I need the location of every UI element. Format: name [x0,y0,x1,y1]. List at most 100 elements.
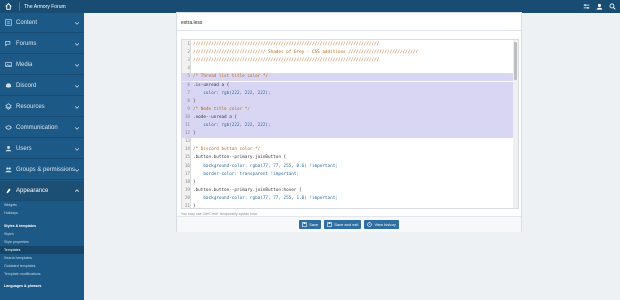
chevron-down-icon[interactable] [74,167,80,173]
sidebar-subitem-outdated-templates[interactable]: Outdated templates [0,262,84,270]
sliders-icon[interactable] [582,2,590,10]
sidebar-item-label: Appearance [16,187,49,194]
scrollbar-thumb[interactable] [514,42,517,80]
code-line: 6 .is-unread a { [182,81,514,90]
history-icon [367,222,373,227]
line-number: 16 [184,163,190,169]
line-text: ////////////////////////////////////////… [193,58,380,64]
sidebar-item-content[interactable]: Content [0,13,84,33]
line-text: } [193,179,196,185]
sidebar-subitem-widgets[interactable]: Widgets [0,201,84,209]
save-button-label: Save [309,222,319,227]
sidebar-subitem-style-properties[interactable]: Style properties [0,238,84,246]
line-number: 11 [184,123,190,128]
chevron-up-icon[interactable] [74,188,80,194]
forums-icon [4,40,12,48]
sidebar-item-label: Forums [16,40,37,47]
sidebar-subitem-search-templates[interactable]: Search templates [0,254,84,262]
code-line: 2//////////////////////////// Shades of … [182,49,514,57]
line-number: 20 [184,195,190,201]
line-text: background-color: rgba(77, 77, 255, 1.0)… [193,195,338,201]
line-number: 2 [187,50,190,56]
sidebar-subitem-templates[interactable]: Templates [0,246,84,254]
groups-icon [4,166,12,174]
sidebar-item-communication[interactable]: Communication [0,118,84,138]
line-number: 8 [187,98,190,104]
chevron-down-icon[interactable] [74,83,80,89]
sidebar-item-appearance[interactable]: Appearance [0,181,84,201]
discord-icon [4,82,12,90]
sidebar-item-media[interactable]: Media [0,55,84,75]
code-line: 15 .button.button--primary.joinButton { [182,154,514,162]
line-text: } [193,204,196,209]
sidebar-section-styles-templates: Styles & templates [4,224,36,228]
line-text: /* Node title color */ [193,106,250,112]
divider [19,2,20,11]
line-number: 13 [184,139,190,145]
line-number: 1 [187,42,190,47]
view-history-label: View history [374,222,396,227]
save-and-exit-label: Save and exit [334,222,359,227]
users-icon [4,145,12,153]
line-text: color: rgb(222, 222, 222); [193,90,271,96]
line-number: 6 [187,82,190,88]
code-line: 8} [182,97,514,106]
line-number: 17 [184,171,190,177]
code-line: 10 .node--unread a { [182,113,514,122]
code-line: 5/* Thread list title color */ [182,73,514,82]
sidebar-item-users[interactable]: Users [0,139,84,159]
save-button[interactable]: Save [299,220,322,229]
forum-title[interactable]: The Armory Forum [24,4,66,10]
line-text: color: rgb(222, 222, 222); [193,123,271,128]
line-text: ////////////////////////////////////////… [193,42,380,47]
home-icon[interactable] [4,2,13,11]
template-title: extra.less [177,13,521,31]
sidebar-item-label: Communication [16,124,58,131]
code-line: 11 color: rgb(222, 222, 222); [182,122,514,131]
user-icon[interactable] [595,2,603,10]
line-text: .is-unread a { [193,82,230,88]
chevron-down-icon[interactable] [74,104,80,110]
code-line: 4 [182,65,514,73]
chevron-down-icon[interactable] [74,125,80,131]
line-number: 19 [184,187,190,193]
code-line: 13 [182,138,514,146]
form-actions: Save Save and exit View history [177,216,521,232]
sidebar-item-groups-permissions[interactable]: Groups & permissions [0,160,84,180]
editor-scrollbar[interactable] [513,40,518,208]
line-text: border-color: transparent !important; [193,171,300,177]
line-number: 9 [187,106,190,112]
save-and-exit-button[interactable]: Save and exit [324,220,362,229]
chevron-down-icon[interactable] [74,41,80,47]
sidebar-item-label: Resources [16,103,45,110]
view-history-button[interactable]: View history [364,220,399,229]
line-text: /* Thread list title color */ [193,74,269,80]
sidebar-subitem-styles[interactable]: Styles [0,230,84,238]
sidebar-subitem-holidays[interactable]: Holidays [0,209,84,217]
sidebar-item-forums[interactable]: Forums [0,34,84,54]
line-text: //////////////////////////// Shades of G… [193,50,419,56]
sidebar-item-label: Discord [16,82,37,89]
code-editor[interactable]: 1///////////////////////////////////////… [181,39,519,209]
search-icon[interactable] [608,2,616,10]
line-text: .button.button--primary.joinButton:hover… [193,187,302,193]
line-number: 18 [184,179,190,185]
code-line: 1///////////////////////////////////////… [182,41,514,49]
sidebar-item-resources[interactable]: Resources [0,97,84,117]
chevron-down-icon[interactable] [74,20,80,26]
code-line: 18} [182,179,514,187]
save-icon [327,222,332,227]
sidebar-item-label: Content [16,19,38,26]
line-text: /* Discord button color */ [193,147,261,153]
sidebar-item-discord[interactable]: Discord [0,76,84,96]
line-number: 7 [187,90,190,96]
sidebar-item-label: Media [16,61,33,68]
code-line: 16 background-color: rgba(77, 77, 255, 0… [182,163,514,171]
chevron-down-icon[interactable] [74,146,80,152]
line-text: .node--unread a { [193,114,237,120]
chevron-down-icon[interactable] [74,62,80,68]
content-icon [4,19,12,27]
code-line: 12} [182,130,514,139]
line-number: 5 [187,74,190,80]
sidebar-subitem-template-modifications[interactable]: Template modifications [0,270,84,278]
